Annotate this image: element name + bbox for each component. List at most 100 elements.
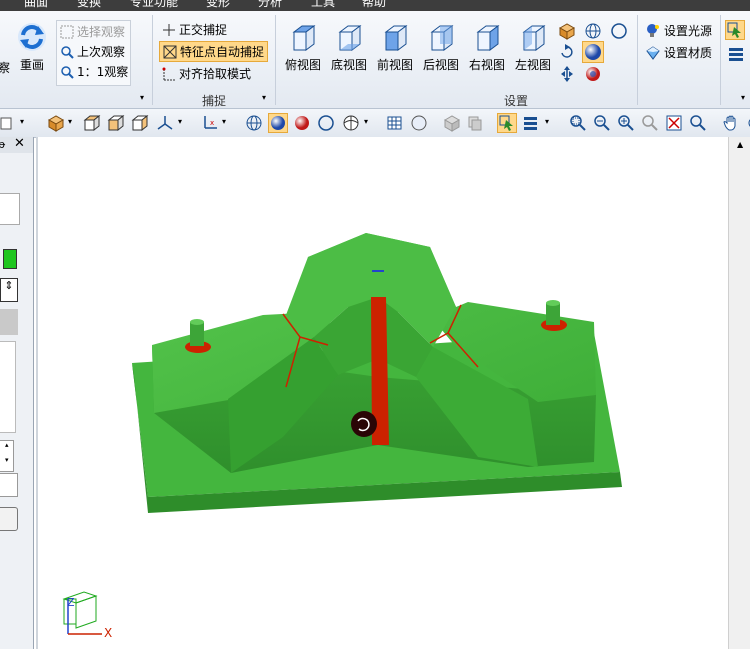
circle-icon	[318, 115, 334, 131]
right-view-label: 右视图	[468, 58, 505, 72]
zoom-window-button[interactable]	[568, 113, 588, 133]
set-light-label: 设置光源	[664, 24, 713, 38]
coordinate-dropdown-icon[interactable]: ▾	[222, 117, 226, 126]
right-pin-top	[546, 300, 560, 306]
top-view-button[interactable]: 俯视图	[283, 23, 323, 73]
layer-list-button[interactable]	[521, 113, 541, 133]
layer-dropdown-icon[interactable]: ▾	[545, 117, 549, 126]
feature-snap-button[interactable]: 特征点自动捕捉	[159, 41, 269, 62]
ribbon-collapse-icon[interactable]: ▾	[741, 93, 745, 102]
panel-field[interactable]	[0, 193, 20, 225]
spin-down-icon[interactable]: ▾	[5, 456, 13, 470]
pick-mode-button[interactable]	[725, 20, 745, 40]
disabled-copy-button[interactable]	[465, 113, 485, 133]
select-view-label: 选择观察	[77, 25, 126, 39]
bottom-view-button[interactable]: 底视图	[329, 23, 369, 73]
set-light-button[interactable]: 设置光源	[645, 22, 712, 39]
front-view-button[interactable]: 前视图	[375, 23, 415, 73]
back-view-button[interactable]: 后视图	[421, 23, 461, 73]
last-view-button[interactable]: 上次观察	[60, 43, 125, 60]
zoom-in-icon	[618, 115, 634, 131]
align-pick-button[interactable]: 对齐拾取模式	[162, 65, 251, 82]
zoom-out-button[interactable]	[592, 113, 612, 133]
cube-outline-icon	[83, 114, 101, 132]
pan-button[interactable]	[721, 113, 741, 133]
pick-filter-button[interactable]	[497, 113, 517, 133]
zoom-out-icon	[594, 115, 610, 131]
zoom-in-button[interactable]	[616, 113, 636, 133]
copy-button[interactable]	[0, 113, 16, 133]
spin-up-icon[interactable]: ▴	[5, 441, 13, 455]
shaded-mode-button[interactable]	[268, 113, 288, 133]
left-view-button[interactable]: 左视图	[513, 23, 553, 73]
list-settings-button[interactable]	[727, 45, 745, 63]
grid-icon	[387, 116, 402, 130]
zoom-extents-button[interactable]	[664, 113, 684, 133]
zoom-prev-button[interactable]	[640, 113, 660, 133]
set-material-button[interactable]: 设置材质	[645, 44, 712, 61]
disabled-cube-button[interactable]	[442, 113, 462, 133]
redraw-label: 重画	[19, 58, 44, 72]
panel-input[interactable]	[0, 473, 18, 497]
wire-sphere-button[interactable]	[610, 22, 628, 40]
menu-item-surface[interactable]: 曲面	[24, 0, 48, 9]
menu-item-special[interactable]: 专业功能	[130, 0, 178, 9]
material-icon	[646, 45, 660, 60]
panel-slider[interactable]	[0, 309, 18, 335]
material-mode-button[interactable]	[292, 113, 312, 133]
globe-button[interactable]	[584, 22, 602, 40]
one-to-one-view-button[interactable]: 1：1观察	[60, 63, 128, 80]
display-dropdown-icon[interactable]: ▾	[364, 117, 368, 126]
menu-item-analysis[interactable]: 分析	[258, 0, 282, 9]
wire-globe-button[interactable]	[244, 113, 264, 133]
sphere-outline-button[interactable]	[409, 113, 429, 133]
3d-viewport[interactable]: X Z	[36, 137, 730, 649]
zoom-realtime-button[interactable]	[688, 113, 708, 133]
axes-view-button[interactable]	[155, 113, 175, 133]
view-cube-button[interactable]	[46, 113, 66, 133]
iso-view-button[interactable]	[82, 113, 102, 133]
orbit-button[interactable]	[741, 113, 750, 133]
menu-item-tools[interactable]: 工具	[311, 0, 335, 9]
ortho-snap-button[interactable]: 正交捕捉	[162, 21, 227, 38]
right-view-button[interactable]: 右视图	[467, 23, 507, 73]
coordinate-button[interactable]: x	[200, 113, 220, 133]
rotate-button[interactable]	[558, 43, 576, 61]
one-to-one-view-icon	[61, 65, 74, 79]
color-swatch[interactable]	[3, 249, 17, 269]
close-icon[interactable]: ✕	[14, 136, 25, 151]
select-view-button[interactable]: 选择观察	[60, 23, 125, 40]
axes-dropdown-icon[interactable]: ▾	[178, 117, 182, 126]
menu-item-help[interactable]: 帮助	[362, 0, 386, 9]
iso-view2-button[interactable]	[106, 113, 126, 133]
panel-button[interactable]	[0, 507, 18, 531]
menu-item-transform[interactable]: 变换	[77, 0, 101, 9]
grid-button[interactable]	[385, 113, 405, 133]
panel-list[interactable]	[0, 341, 16, 433]
shaded-sphere-button[interactable]	[582, 41, 604, 63]
outline-mode-button[interactable]	[316, 113, 336, 133]
axis-move-button[interactable]	[558, 65, 576, 83]
material-sphere-button[interactable]	[584, 65, 602, 83]
hidden-line-button[interactable]	[341, 113, 361, 133]
spin-box[interactable]: ▴ ▾	[0, 440, 14, 472]
cube-back-icon	[430, 25, 454, 51]
cube-disabled-icon	[443, 115, 461, 132]
copy-dropdown-icon[interactable]: ▾	[20, 117, 24, 126]
scroll-arrow-icon[interactable]: ⇕	[0, 278, 18, 302]
snap-group-dropdown-icon[interactable]: ▾	[262, 93, 266, 102]
view-group-dropdown-icon[interactable]: ▾	[140, 93, 144, 102]
view-cube-dropdown-icon[interactable]: ▾	[68, 117, 72, 126]
menu-item-deform[interactable]: 变形	[206, 0, 230, 9]
orbit-icon	[748, 119, 750, 127]
scroll-up-icon[interactable]: ▲	[737, 140, 743, 149]
model-canvas[interactable]: X Z	[38, 137, 730, 649]
menu-bar: 曲面 变换 专业功能 变形 分析 工具 帮助	[0, 0, 750, 11]
view-toolbar: ▾ ▾ ▾ x ▾ ▾ ▾	[0, 109, 750, 138]
redraw-button[interactable]: 重画	[14, 21, 50, 73]
cube-outline-icon	[107, 114, 125, 132]
pin-icon[interactable]: ᵽ	[0, 138, 5, 151]
shaded-box-button[interactable]	[558, 22, 576, 40]
vertical-scrollbar[interactable]: ▲	[728, 137, 750, 649]
iso-view3-button[interactable]	[130, 113, 150, 133]
